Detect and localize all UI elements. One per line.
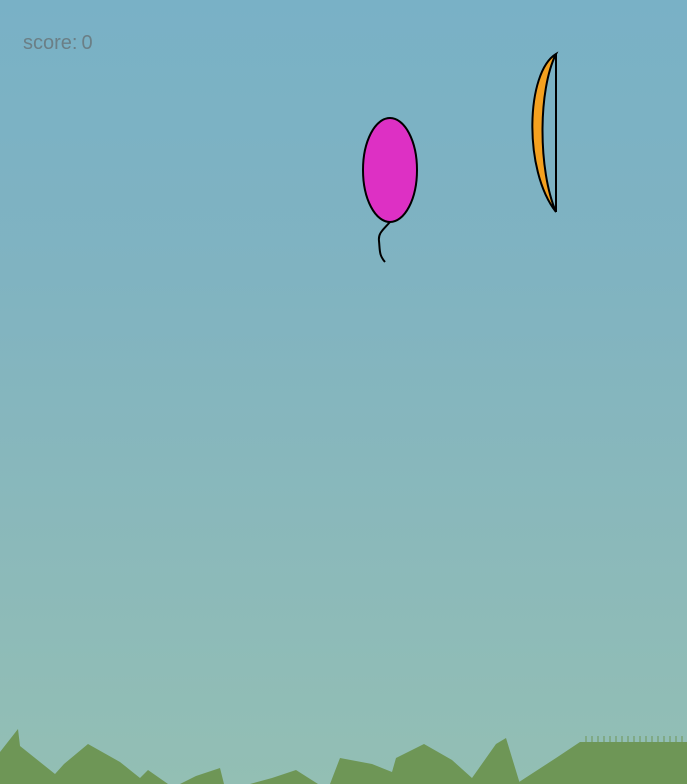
- score-display: score: 0: [23, 32, 93, 55]
- score-value: 0: [81, 32, 93, 54]
- game-canvas[interactable]: score: 0: [0, 0, 687, 784]
- grass-terrain: [0, 729, 687, 784]
- bow-icon[interactable]: [520, 50, 564, 216]
- balloon-icon[interactable]: [358, 115, 424, 267]
- score-label: score:: [23, 32, 78, 54]
